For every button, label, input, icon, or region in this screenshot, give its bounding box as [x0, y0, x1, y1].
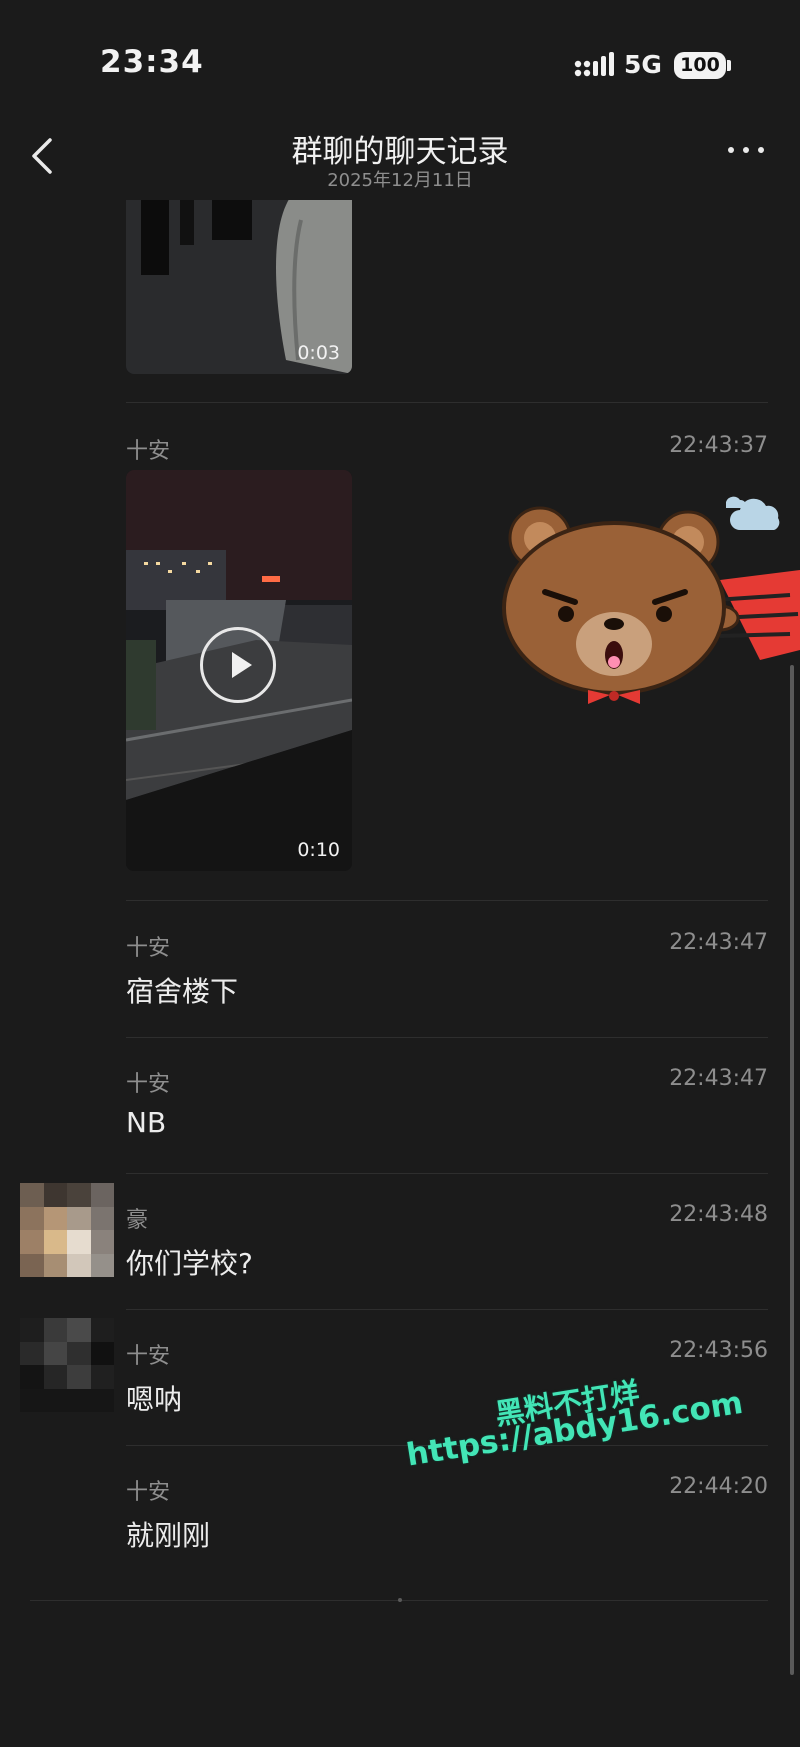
- battery-tip: [727, 60, 731, 71]
- message-time: 22:43:56: [669, 1338, 768, 1363]
- divider: [126, 1309, 768, 1310]
- message-time: 22:43:37: [669, 433, 768, 458]
- play-icon[interactable]: [200, 627, 276, 703]
- end-dot: [398, 1598, 402, 1602]
- message-time: 22:43:48: [669, 1202, 768, 1227]
- chat-date: 2025年12月11日: [327, 170, 473, 191]
- message-text: 嗯呐: [126, 1383, 183, 1416]
- message-time: 22:44:20: [669, 1474, 768, 1499]
- chat-title: 群聊的聊天记录: [291, 134, 509, 170]
- avatar[interactable]: [20, 1318, 114, 1412]
- message-time: 22:43:47: [669, 1066, 768, 1091]
- network-label: 5G: [624, 50, 662, 79]
- avatar[interactable]: [20, 1183, 114, 1277]
- message-sender: 十安: [126, 1344, 171, 1369]
- message-text: 就刚刚: [126, 1519, 211, 1552]
- message-text: 宿舍楼下: [126, 975, 239, 1008]
- message-time: 22:43:47: [669, 930, 768, 955]
- message-sender: 十安: [126, 1072, 171, 1097]
- video-duration: 0:10: [297, 839, 340, 861]
- divider: [126, 1173, 768, 1174]
- divider: [126, 1037, 768, 1038]
- divider: [126, 402, 768, 403]
- status-time: 23:34: [100, 44, 204, 80]
- message-text: NB: [126, 1106, 167, 1139]
- battery-icon: 100: [674, 52, 726, 79]
- bear-sticker: [502, 496, 800, 704]
- scrollbar[interactable]: [790, 665, 794, 1675]
- message-sender: 十安: [126, 1480, 171, 1505]
- message-text: 你们学校?: [126, 1247, 253, 1280]
- message-sender: 十安: [126, 936, 171, 961]
- divider: [126, 900, 768, 901]
- message-sender: 十安: [126, 439, 171, 464]
- signal-icon: [574, 52, 614, 77]
- video-message-2[interactable]: 0:10: [126, 470, 352, 871]
- video-duration: 0:03: [297, 342, 340, 364]
- message-sender: 豪: [126, 1208, 149, 1233]
- more-dots-icon[interactable]: [726, 140, 766, 160]
